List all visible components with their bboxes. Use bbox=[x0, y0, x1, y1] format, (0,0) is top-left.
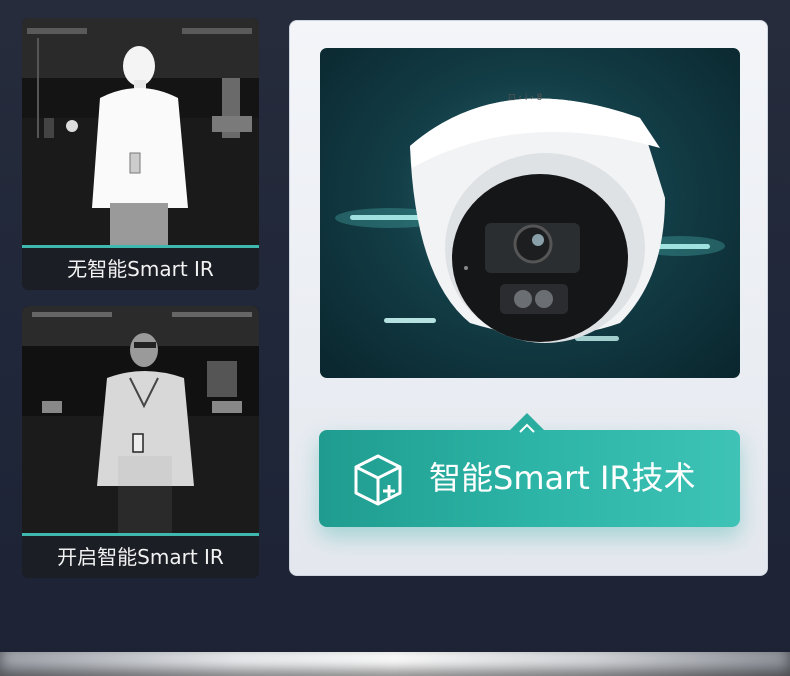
smart-ir-feature-banner: 智能Smart IR技术 bbox=[319, 413, 740, 527]
box-plus-icon bbox=[354, 454, 402, 506]
svg-text:⊡ ‹ i › 8: ⊡ ‹ i › 8 bbox=[508, 93, 543, 103]
feature-panel: ⊡ ‹ i › 8 智能Smart IR技术 bbox=[289, 20, 768, 576]
overexposed-person-photo bbox=[22, 18, 259, 245]
caption-without-smart-ir: 无智能Smart IR bbox=[22, 248, 259, 290]
thumb-without-smart-ir: 无智能Smart IR bbox=[22, 18, 259, 290]
bottom-gradient-strip bbox=[0, 652, 790, 676]
camera-image-card: ⊡ ‹ i › 8 bbox=[320, 48, 740, 378]
feature-title: 智能Smart IR技术 bbox=[429, 459, 696, 497]
balanced-person-photo bbox=[22, 306, 259, 533]
dome-camera-image: ⊡ ‹ i › 8 bbox=[335, 93, 725, 343]
thumb-with-smart-ir: 开启智能Smart IR bbox=[22, 306, 259, 578]
caption-with-smart-ir: 开启智能Smart IR bbox=[22, 536, 259, 578]
